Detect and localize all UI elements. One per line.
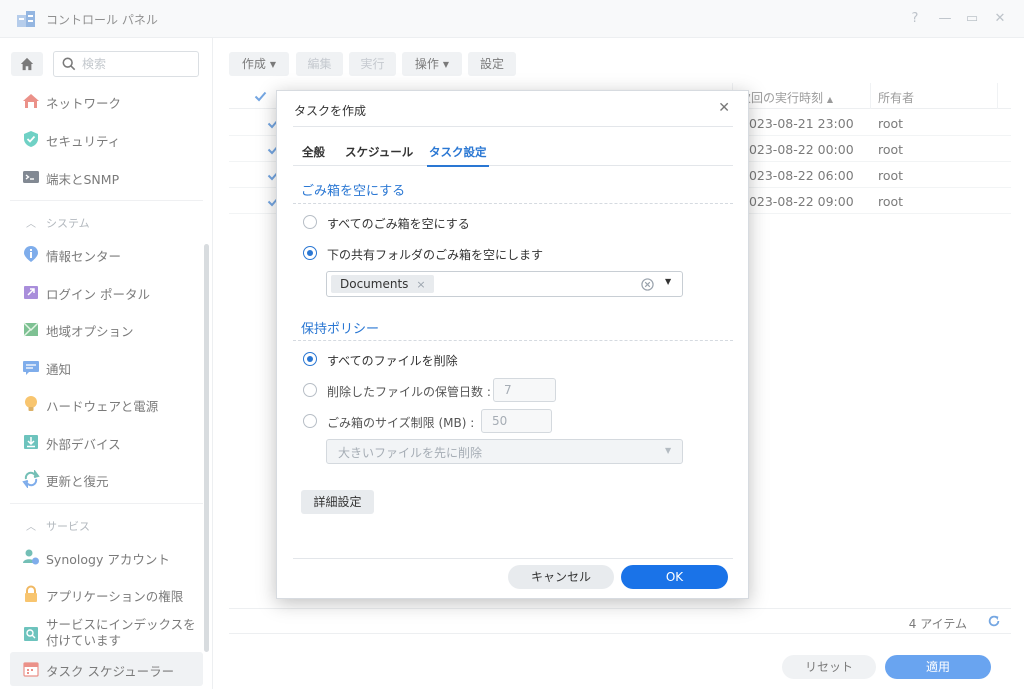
shared-folder-select[interactable]: Documents × ▼ [326, 271, 683, 297]
radio-label: 下の共有フォルダのごみ箱を空にします [327, 248, 544, 262]
large-files-first-select[interactable]: 大きいファイルを先に削除 ▼ [326, 439, 683, 464]
dropdown-arrow-icon[interactable]: ▼ [665, 277, 671, 286]
dialog-footer-divider [293, 558, 733, 559]
radio-label: 削除したファイルの保管日数 : [327, 385, 491, 399]
select-value: 大きいファイルを先に削除 [338, 446, 483, 460]
folder-tag: Documents × [331, 275, 434, 293]
create-task-dialog: タスクを作成 ✕ 全般 スケジュール タスク設定 ごみ箱を空にする すべてのごみ… [276, 90, 749, 599]
dialog-tabs: 全般 スケジュール タスク設定 [293, 126, 733, 167]
group-divider [293, 203, 733, 204]
tag-remove-icon[interactable]: × [416, 278, 425, 291]
dropdown-arrow-icon: ▼ [665, 446, 672, 455]
size-limit-input[interactable]: 50 [481, 409, 552, 433]
dialog-close-icon[interactable]: ✕ [718, 100, 730, 116]
retention-policy-title: 保持ポリシー [301, 322, 380, 337]
radio-empty-all-trash[interactable] [303, 215, 317, 229]
clear-icon[interactable] [641, 278, 654, 291]
radio-size-limit[interactable] [303, 414, 317, 428]
radio-label: ごみ箱のサイズ制限 (MB) : [327, 416, 475, 430]
keep-days-input[interactable]: 7 [493, 378, 556, 402]
tab-schedule[interactable]: スケジュール [345, 144, 413, 160]
radio-delete-all-files[interactable] [303, 352, 317, 366]
radio-label: すべてのごみ箱を空にする [327, 217, 470, 231]
tab-general[interactable]: 全般 [302, 144, 325, 160]
empty-trash-title: ごみ箱を空にする [301, 184, 406, 199]
ok-button[interactable]: OK [621, 565, 728, 589]
tab-task-settings[interactable]: タスク設定 [427, 144, 488, 167]
cancel-button[interactable]: キャンセル [508, 565, 614, 589]
radio-empty-shared-folder-trash[interactable] [303, 246, 317, 260]
advanced-settings-button[interactable]: 詳細設定 [301, 490, 374, 514]
radio-label: すべてのファイルを削除 [327, 354, 458, 368]
group-divider [293, 340, 733, 341]
radio-keep-days[interactable] [303, 383, 317, 397]
dialog-title: タスクを作成 [294, 104, 367, 118]
